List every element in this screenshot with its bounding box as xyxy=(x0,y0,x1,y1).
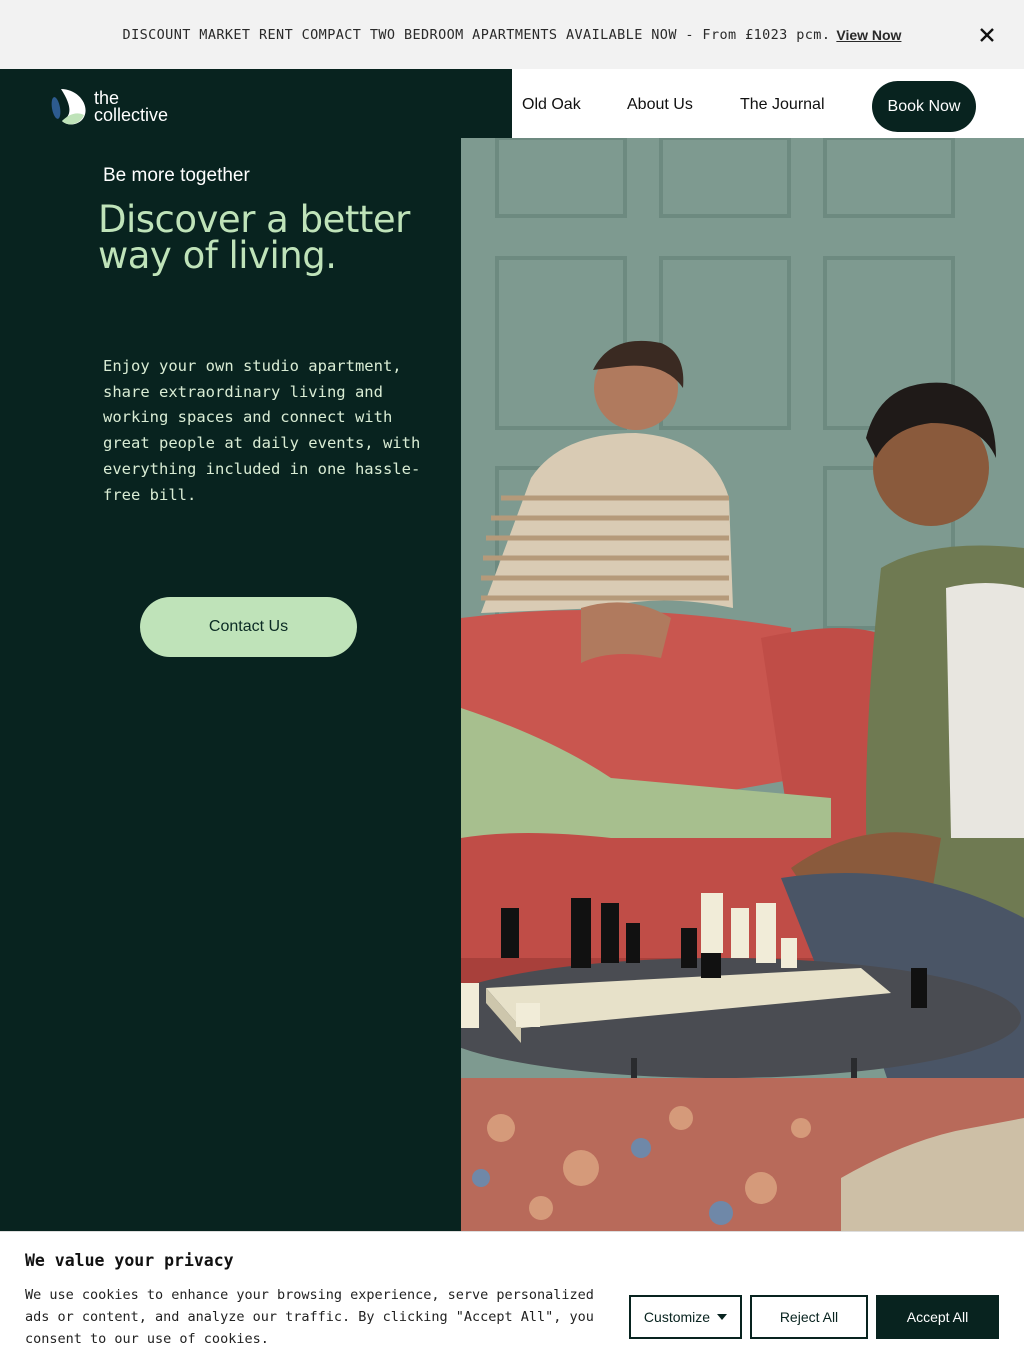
logo-line-collective: collective xyxy=(94,105,169,125)
cookie-banner: We value your privacy We use cookies to … xyxy=(0,1231,1024,1366)
customize-button[interactable]: Customize xyxy=(629,1295,742,1339)
nav-old-oak[interactable]: Old Oak xyxy=(522,96,581,114)
hero-image xyxy=(461,138,1024,1231)
caret-down-icon xyxy=(717,1314,728,1320)
hero-tagline: Be more together xyxy=(103,165,250,186)
book-now-button[interactable]: Book Now xyxy=(872,81,976,132)
view-now-link[interactable]: View Now xyxy=(836,27,901,43)
logo-text: the collective xyxy=(94,89,169,125)
cookie-text: We use cookies to enhance your browsing … xyxy=(25,1287,594,1347)
accept-all-button[interactable]: Accept All xyxy=(876,1295,999,1339)
hero-headline: Discover a better way of living. xyxy=(98,198,410,277)
nav-about-us[interactable]: About Us xyxy=(627,96,693,114)
nav-the-journal[interactable]: The Journal xyxy=(740,96,825,114)
hero-body: Enjoy your own studio apartment, share e… xyxy=(103,357,421,504)
logo-icon xyxy=(51,89,86,125)
close-icon[interactable] xyxy=(976,24,998,46)
contact-us-button[interactable]: Contact Us xyxy=(140,597,357,657)
reject-all-button[interactable]: Reject All xyxy=(750,1295,868,1339)
cookie-title: We value your privacy xyxy=(25,1251,234,1270)
announcement-bar: DISCOUNT MARKET RENT COMPACT TWO BEDROOM… xyxy=(0,0,1024,69)
customize-label: Customize xyxy=(643,1309,711,1325)
announcement-text: DISCOUNT MARKET RENT COMPACT TWO BEDROOM… xyxy=(122,26,831,43)
logo[interactable]: the collective xyxy=(48,87,168,127)
